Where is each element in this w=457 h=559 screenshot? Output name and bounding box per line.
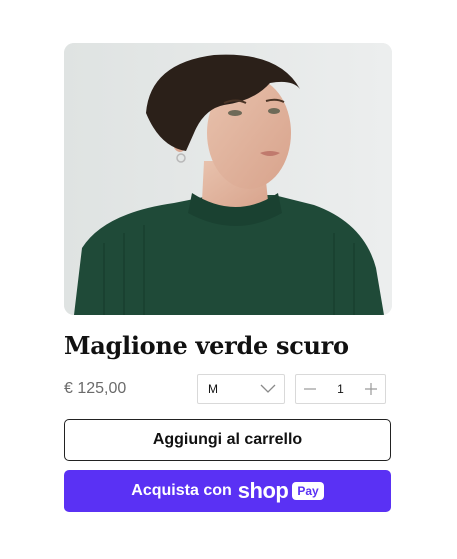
- shop-pay-button[interactable]: Acquista con shop Pay: [64, 470, 391, 512]
- quantity-value[interactable]: 1: [324, 382, 357, 396]
- quantity-stepper: 1: [295, 374, 386, 404]
- size-select[interactable]: M: [197, 374, 285, 404]
- minus-icon: [304, 388, 316, 390]
- product-price: € 125,00: [64, 380, 127, 397]
- product-card: Maglione verde scuro € 125,00 M 1 Aggiun…: [64, 43, 392, 512]
- product-image[interactable]: [64, 43, 392, 315]
- quantity-increase-button[interactable]: [357, 375, 385, 403]
- product-photo: [64, 43, 392, 315]
- quantity-decrease-button[interactable]: [296, 375, 324, 403]
- shop-logo: shop: [237, 478, 289, 503]
- shop-pay-label: Acquista con: [131, 482, 232, 499]
- plus-icon: [365, 383, 377, 395]
- add-to-cart-button[interactable]: Aggiungi al carrello: [64, 419, 391, 461]
- chevron-down-icon: [260, 384, 276, 394]
- options-row: € 125,00 M 1: [64, 373, 392, 405]
- size-select-value: M: [208, 382, 218, 396]
- pay-badge: Pay: [292, 482, 324, 500]
- product-title: Maglione verde scuro: [64, 331, 349, 360]
